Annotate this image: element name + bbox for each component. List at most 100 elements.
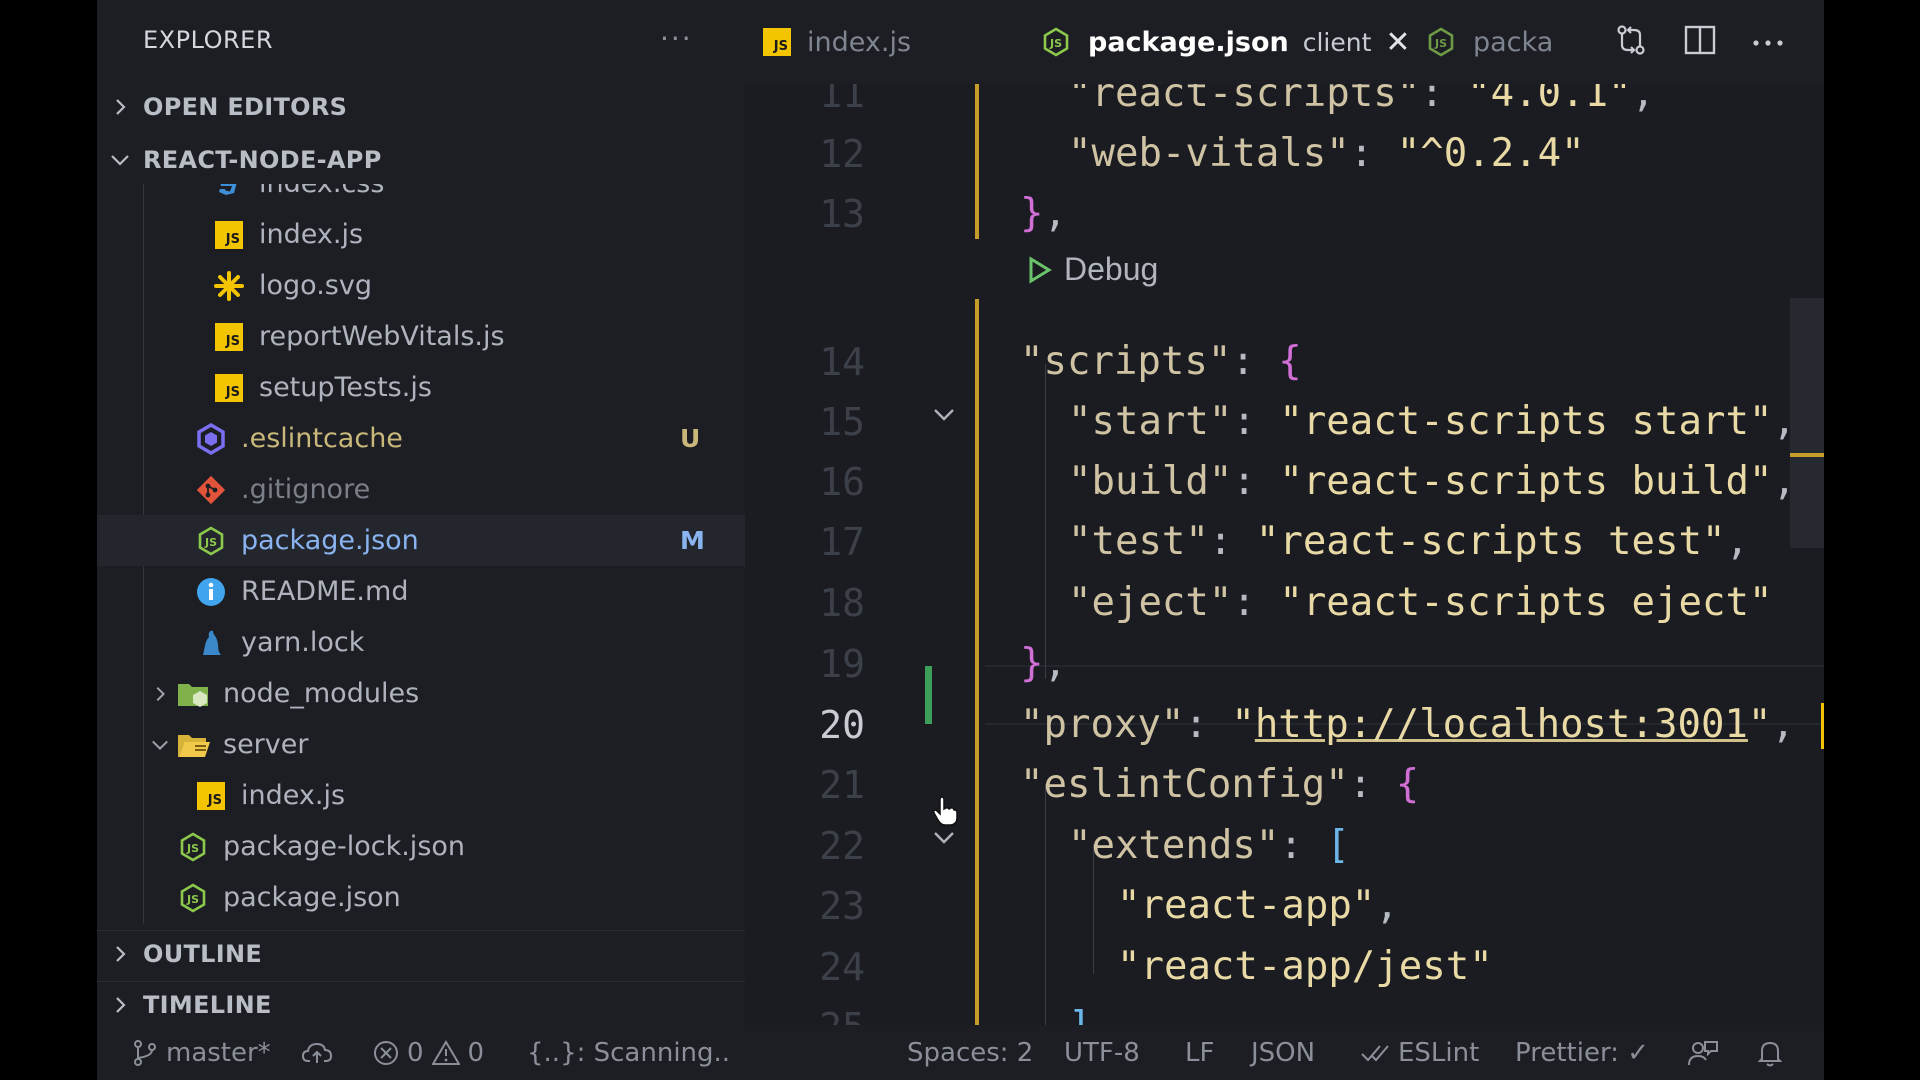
- play-icon: [1029, 255, 1052, 284]
- chevron-right-icon: [97, 97, 143, 117]
- feedback-button[interactable]: [1687, 1025, 1719, 1080]
- json-scanning-status[interactable]: {..}: Scanning..: [527, 1025, 730, 1080]
- tree-item[interactable]: JS setupTests.js: [97, 362, 745, 413]
- problems-indicator[interactable]: 0 0: [373, 1025, 484, 1080]
- json-quote: ": [1747, 702, 1772, 747]
- section-label: REACT-NODE-APP: [143, 146, 382, 174]
- git-branch-icon: [134, 1039, 156, 1066]
- explorer-more-button[interactable]: ···: [660, 22, 693, 55]
- svg-text:JS: JS: [204, 536, 217, 549]
- line-number: 14: [819, 340, 865, 384]
- code-line: "start": "react-scripts start",: [1068, 392, 1796, 452]
- encoding-status[interactable]: UTF-8: [1064, 1025, 1140, 1080]
- git-icon: [194, 473, 228, 507]
- json-brace: {: [1278, 339, 1302, 384]
- eslint-label: ESLint: [1398, 1037, 1480, 1068]
- compare-changes-icon[interactable]: [1614, 23, 1648, 61]
- fold-chevron-icon[interactable]: [930, 401, 958, 429]
- yarn-icon: [194, 626, 228, 660]
- file-name: setupTests.js: [259, 372, 432, 403]
- json-comma: ,: [1043, 191, 1067, 236]
- section-project[interactable]: REACT-NODE-APP: [97, 137, 745, 183]
- tree-item[interactable]: logo.svg: [97, 260, 745, 311]
- tab-index-js[interactable]: JS index.js: [745, 0, 1022, 84]
- file-name: .gitignore: [241, 474, 371, 505]
- json-quote: ": [1231, 702, 1255, 747]
- more-actions-icon[interactable]: [1752, 33, 1784, 52]
- code-editor[interactable]: 11 12 13 14 15 16 17 18 19 20 21 22 23 2…: [745, 84, 1824, 1025]
- tree-item[interactable]: JS package-lock.json: [97, 821, 745, 872]
- section-timeline[interactable]: TIMELINE: [97, 981, 745, 1025]
- tree-item[interactable]: index.css: [97, 184, 745, 209]
- json-colon: :: [1279, 823, 1327, 868]
- tab-label: package.json: [1088, 26, 1289, 58]
- section-open-editors[interactable]: OPEN EDITORS: [97, 84, 745, 130]
- info-icon: [194, 575, 228, 609]
- line-number: 15: [819, 400, 865, 444]
- tab-package-json-client[interactable]: JS package.json client ✕: [1022, 0, 1411, 84]
- tree-item[interactable]: JS index.js: [97, 209, 745, 260]
- fold-chevron-icon[interactable]: [930, 824, 958, 852]
- line-number-current: 20: [819, 703, 865, 747]
- file-name: package.json: [223, 882, 401, 913]
- line-number: 18: [819, 581, 865, 625]
- tree-item[interactable]: yarn.lock: [97, 617, 745, 668]
- tree-item[interactable]: README.md: [97, 566, 745, 617]
- eol-status[interactable]: LF: [1185, 1025, 1214, 1080]
- nodejs-icon: JS: [1040, 26, 1072, 58]
- folder-open-icon: [176, 728, 210, 762]
- eslint-status[interactable]: ESLint: [1360, 1025, 1479, 1080]
- git-status-badge: M: [680, 526, 705, 555]
- file-name: package.json: [241, 525, 419, 556]
- double-check-icon: [1361, 1044, 1389, 1061]
- tab-label: packa: [1473, 26, 1554, 58]
- section-outline[interactable]: OUTLINE: [97, 930, 745, 976]
- error-icon: [374, 1040, 398, 1065]
- code-line: "react-app",: [1117, 876, 1399, 936]
- explorer-title: EXPLORER: [143, 26, 273, 54]
- json-colon: :: [1232, 459, 1280, 504]
- chevron-right-icon: [143, 685, 176, 703]
- url-link[interactable]: http://localhost:3001: [1255, 702, 1748, 747]
- js-icon: JS: [763, 28, 791, 56]
- file-tree: index.css JS index.js logo.svg JS report…: [97, 184, 745, 924]
- tree-item[interactable]: .eslintcache U: [97, 413, 745, 464]
- notifications-button[interactable]: [1757, 1025, 1783, 1080]
- line-number: 17: [819, 520, 865, 564]
- status-bar: master* 0 0 {..}: Scanning.. Spaces: 2 U…: [97, 1025, 1824, 1080]
- language-mode[interactable]: JSON: [1251, 1025, 1315, 1080]
- chevron-right-icon: [97, 944, 143, 964]
- error-count: 0: [407, 1037, 424, 1068]
- json-key: "react-scripts": [1068, 84, 1421, 116]
- branch-indicator[interactable]: master*: [132, 1025, 271, 1080]
- tab-package-json[interactable]: JS packa: [1407, 0, 1571, 84]
- line-number: 16: [819, 460, 865, 504]
- indentation-status[interactable]: Spaces: 2: [907, 1025, 1033, 1080]
- json-key: "proxy": [1020, 702, 1185, 747]
- json-key: "start": [1068, 399, 1233, 444]
- sync-button[interactable]: [302, 1025, 332, 1080]
- file-name: .eslintcache: [241, 423, 403, 454]
- json-colon: :: [1184, 702, 1232, 747]
- json-colon: :: [1348, 762, 1396, 807]
- prettier-status[interactable]: Prettier: ✓: [1515, 1025, 1649, 1080]
- split-editor-icon[interactable]: [1684, 25, 1716, 59]
- tree-item[interactable]: JS reportWebVitals.js: [97, 311, 745, 362]
- tree-folder[interactable]: node_modules: [97, 668, 745, 719]
- editor-tabs: JS index.js JS package.json client ✕ JS …: [745, 0, 1824, 84]
- indent-guide: [1045, 784, 1046, 1025]
- tree-folder[interactable]: server: [97, 719, 745, 770]
- json-string: "^0.2.4": [1396, 131, 1585, 176]
- tree-item[interactable]: JS package.json: [97, 872, 745, 923]
- scrollbar-thumb[interactable]: [1790, 298, 1824, 548]
- json-comma: ,: [1043, 641, 1067, 686]
- folder-icon: [176, 677, 210, 711]
- line-number: 12: [819, 132, 865, 176]
- codelens-debug[interactable]: Debug: [1028, 251, 1158, 288]
- tree-item[interactable]: .gitignore: [97, 464, 745, 515]
- svg-text:JS: JS: [186, 893, 199, 906]
- json-colon: :: [1420, 84, 1468, 116]
- editor-actions: [1614, 0, 1824, 84]
- tree-item[interactable]: JS package.json M: [97, 515, 745, 566]
- tree-item[interactable]: JS index.js: [97, 770, 745, 821]
